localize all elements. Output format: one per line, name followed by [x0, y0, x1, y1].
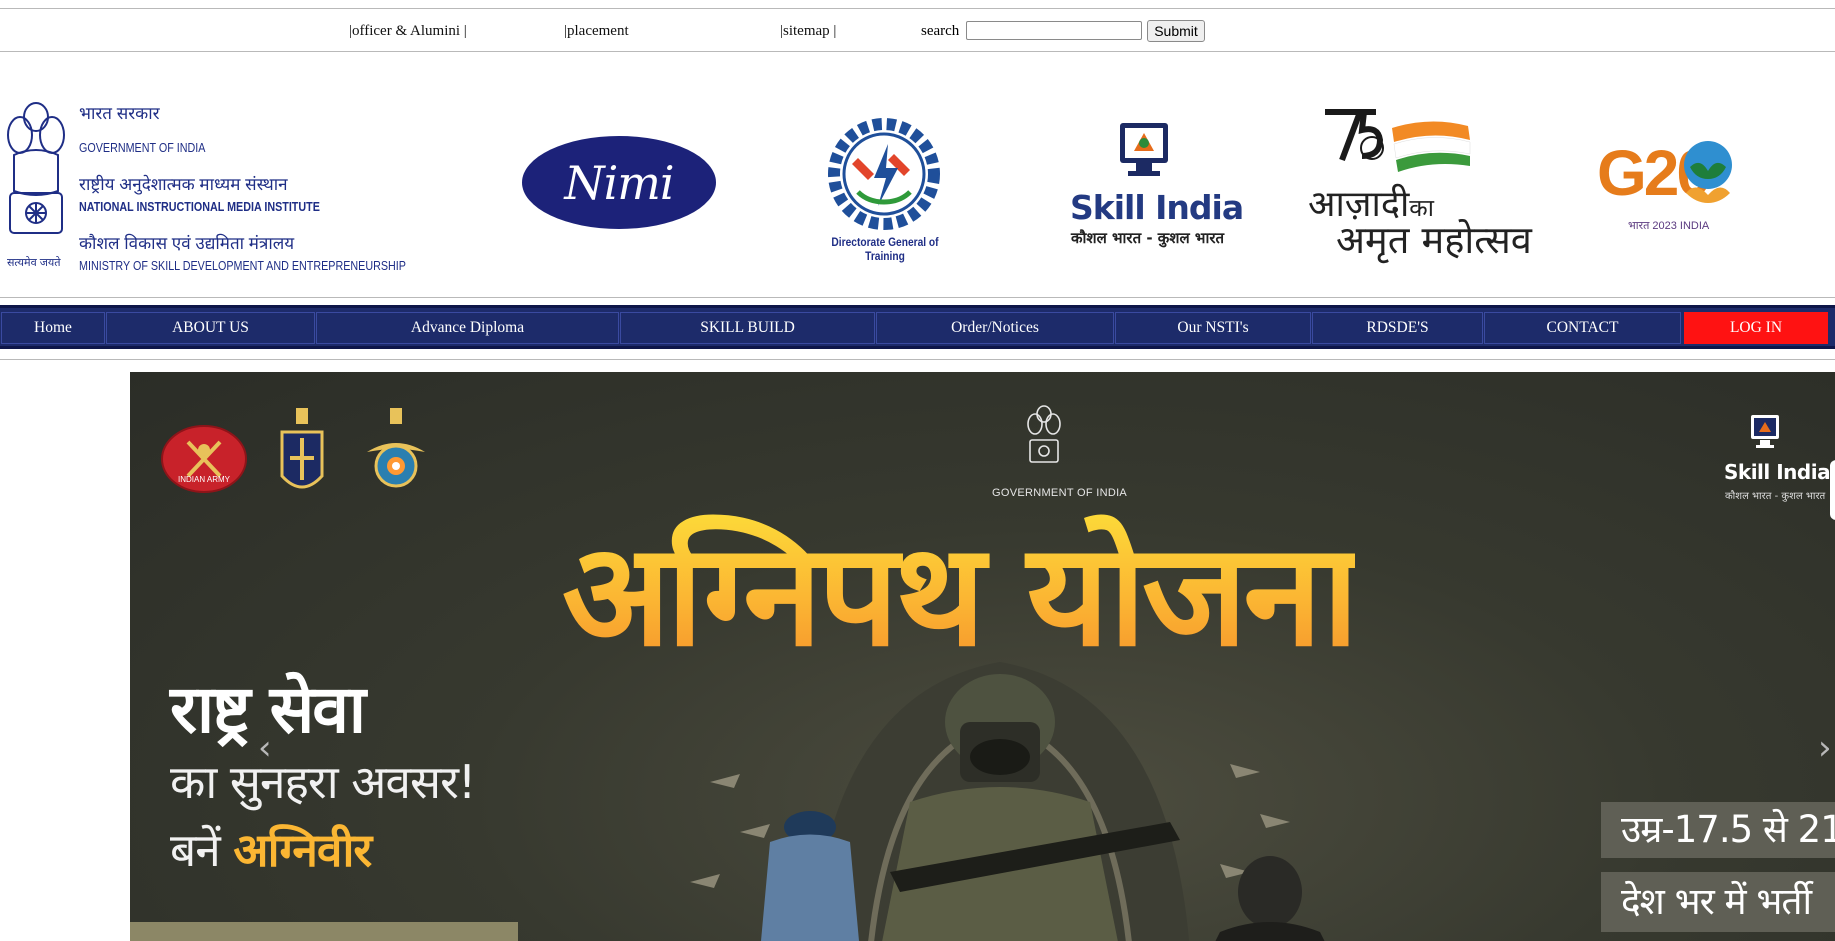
banner-title: अग्निपथ योजना	[562, 492, 1359, 686]
agnipath-banner-slide[interactable]: INDIAN ARMY GOVERNMENT OF INDIA Skill In…	[130, 372, 1835, 941]
skill-india-tagline: कौशल भारत - कुशल भारत	[1071, 229, 1225, 247]
banner-line-sunhara: का सुनहरा अवसर!	[170, 755, 476, 809]
indian-airforce-badge-icon	[367, 408, 425, 488]
nav-advance-diploma[interactable]: Advance Diploma	[316, 312, 619, 344]
g20-subtext: भारत 2023 INDIA	[1628, 220, 1710, 232]
carousel-next-arrow-icon[interactable]: ›	[1818, 728, 1832, 768]
goi-english-text: GOVERNMENT OF INDIA	[79, 141, 206, 155]
top-utility-bar: |officer & Alumini | |placement |sitemap…	[0, 8, 1835, 52]
banner-edge-tab	[1830, 460, 1835, 520]
skill-india-text[interactable]: Skill India	[1070, 188, 1244, 227]
header-divider	[0, 297, 1835, 298]
nav-home[interactable]: Home	[1, 312, 105, 344]
officer-alumni-link[interactable]: |officer & Alumini |	[349, 23, 467, 40]
g20-lotus-globe-icon	[1684, 141, 1732, 203]
bane-prefix: बनें	[170, 823, 221, 877]
nav-about-us[interactable]: ABOUT US	[106, 312, 315, 344]
nationwide-recruitment-box: देश भर में भर्ती	[1601, 872, 1835, 932]
placement-link[interactable]: |placement	[564, 23, 629, 40]
national-emblem-icon	[7, 102, 65, 234]
azadi-75-icon	[1325, 109, 1471, 172]
nav-order-notices[interactable]: Order/Notices	[876, 312, 1114, 344]
banner-line-agniveer: बनें अग्निवीर	[170, 818, 372, 880]
sitemap-link[interactable]: |sitemap |	[780, 23, 836, 40]
submit-button[interactable]: Submit	[1147, 20, 1205, 42]
azadi-line2: अमृत महोत्सव	[1336, 218, 1532, 262]
dgt-caption: Directorate General of Training	[831, 235, 939, 263]
skill-india-monitor-icon	[1120, 123, 1168, 176]
nimi-english-text: NATIONAL INSTRUCTIONAL MEDIA INSTITUTE	[79, 200, 320, 214]
banner-bottom-strip	[130, 922, 518, 941]
nav-contact[interactable]: CONTACT	[1484, 312, 1681, 344]
goi-emblem-icon	[1027, 405, 1061, 463]
banner-skill-india-tagline: कौशल भारत - कुशल भारत	[1725, 491, 1826, 502]
ministry-english-text: MINISTRY OF SKILL DEVELOPMENT AND ENTREP…	[79, 259, 406, 273]
nimi-logo[interactable]: Nimi	[522, 136, 716, 229]
search-input[interactable]	[966, 21, 1142, 40]
nav-rdsdes[interactable]: RDSDE'S	[1312, 312, 1483, 344]
age-eligibility-box: उम्र-17.5 से 21 साल	[1601, 802, 1835, 858]
dgt-gear-icon[interactable]	[828, 118, 940, 230]
banner-skill-india-icon	[1751, 415, 1779, 448]
emblem-caption: सत्यमेव जयते	[7, 257, 61, 269]
main-navbar: Home ABOUT US Advance Diploma SKILL BUIL…	[0, 305, 1835, 349]
search-label: search	[921, 23, 960, 39]
indian-navy-badge-icon	[280, 408, 324, 489]
goi-hindi-text: भारत सरकार	[79, 104, 160, 123]
agniveer-highlight: अग्निवीर	[233, 823, 372, 877]
nav-skill-build[interactable]: SKILL BUILD	[620, 312, 875, 344]
nav-login-button[interactable]: LOG IN	[1684, 312, 1828, 344]
banner-skill-india-text: Skill India	[1724, 460, 1831, 484]
logo-header: सत्यमेव जयते भारत सरकार GOVERNMENT OF IN…	[0, 53, 1835, 296]
nav-divider	[0, 359, 1835, 360]
army-label: INDIAN ARMY	[178, 475, 231, 484]
ministry-hindi-text: कौशल विकास एवं उद्यमिता मंत्रालय	[79, 234, 295, 253]
indian-army-badge-icon: INDIAN ARMY	[161, 425, 247, 493]
nimi-hindi-text: राष्ट्रीय अनुदेशात्मक माध्यम संस्थान	[79, 175, 288, 194]
nav-our-nstis[interactable]: Our NSTI's	[1115, 312, 1311, 344]
carousel-prev-arrow-icon[interactable]: ‹	[258, 728, 272, 768]
